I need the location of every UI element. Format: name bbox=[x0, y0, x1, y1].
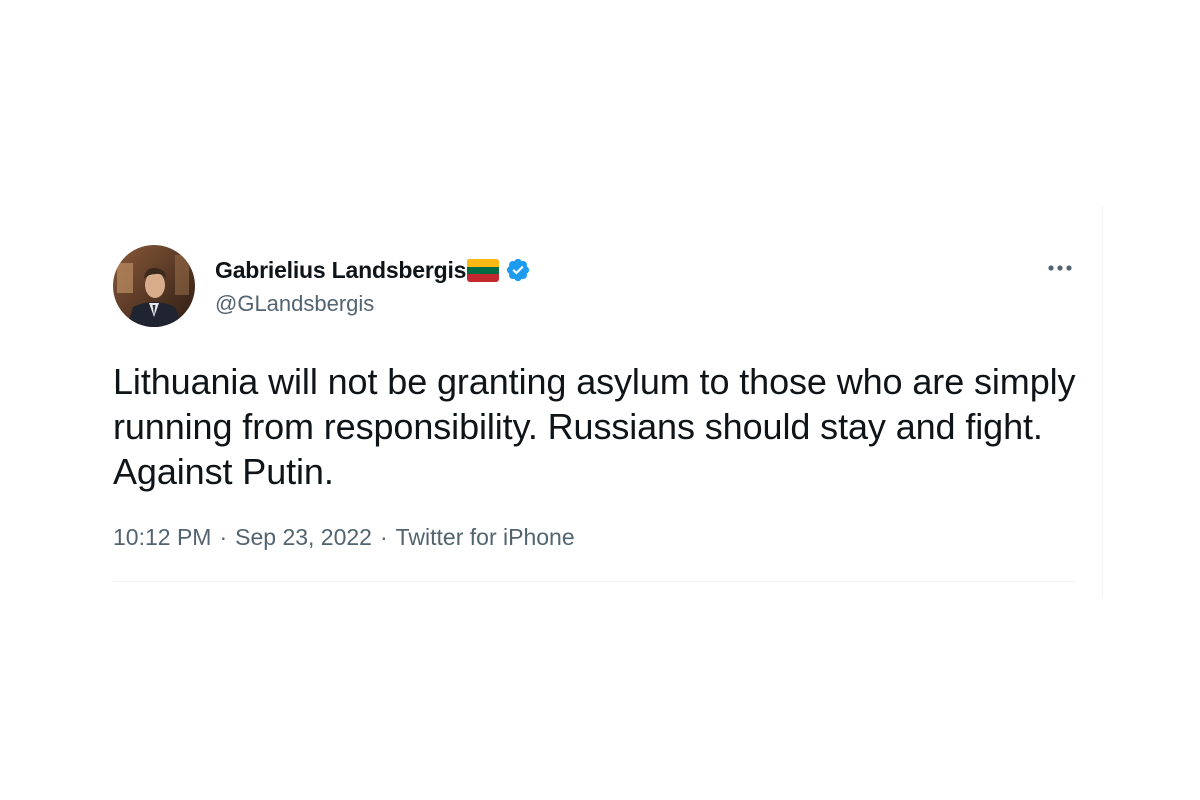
display-name[interactable]: Gabrielius Landsbergis bbox=[215, 257, 466, 284]
tweet-source[interactable]: Twitter for iPhone bbox=[396, 524, 575, 551]
verified-badge-icon bbox=[505, 257, 531, 283]
tweet-date[interactable]: Sep 23, 2022 bbox=[235, 524, 372, 551]
meta-separator: · bbox=[379, 524, 388, 550]
tweet-text: Lithuania will not be granting asylum to… bbox=[113, 361, 1076, 492]
page: Gabrielius Landsbergis @GLandsbergis Lit… bbox=[0, 0, 1200, 800]
avatar-image bbox=[113, 245, 195, 327]
name-row: Gabrielius Landsbergis bbox=[215, 257, 531, 283]
tweet-time[interactable]: 10:12 PM bbox=[113, 524, 211, 551]
column-divider bbox=[1102, 205, 1103, 597]
more-options-icon bbox=[1048, 265, 1072, 271]
lithuania-flag-icon bbox=[467, 258, 500, 282]
meta-separator: · bbox=[219, 524, 228, 550]
profile-avatar[interactable] bbox=[113, 245, 195, 327]
tweet-divider bbox=[113, 581, 1075, 582]
tweet-meta: 10:12 PM · Sep 23, 2022 · Twitter for iP… bbox=[113, 524, 1075, 551]
user-handle[interactable]: @GLandsbergis bbox=[215, 291, 374, 317]
tweet: Gabrielius Landsbergis @GLandsbergis Lit… bbox=[113, 245, 1076, 582]
tweet-header: Gabrielius Landsbergis @GLandsbergis bbox=[113, 245, 1075, 329]
more-options-button[interactable] bbox=[1045, 253, 1075, 283]
